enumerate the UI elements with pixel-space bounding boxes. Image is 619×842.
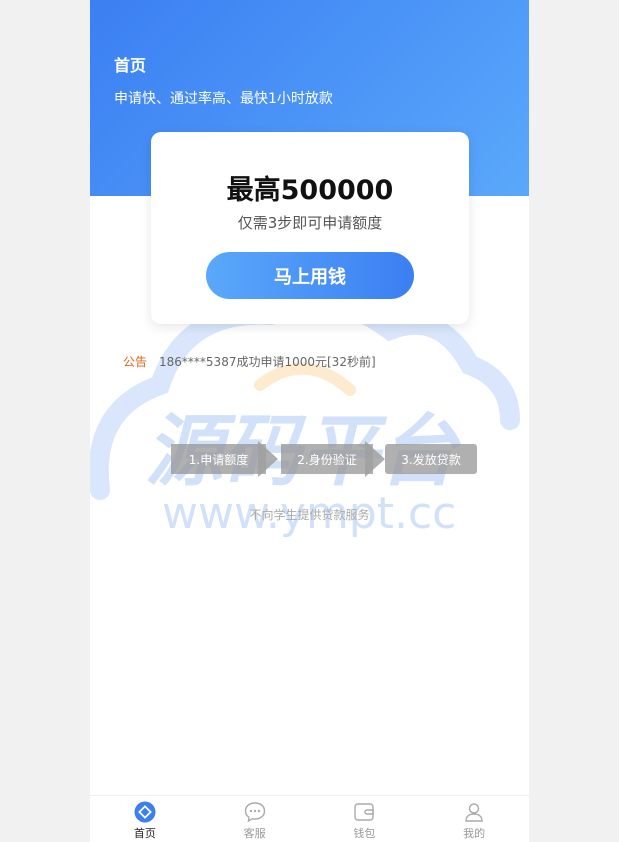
- tab-home[interactable]: 首页: [90, 796, 200, 842]
- tab-wallet-label: 钱包: [353, 827, 376, 840]
- user-icon: [465, 803, 483, 822]
- tab-profile[interactable]: 我的: [419, 796, 529, 842]
- tab-home-label: 首页: [133, 827, 156, 840]
- bottom-tab-bar: 首页 客服 钱包 我的: [90, 795, 529, 842]
- step-arrow-icon: [258, 441, 278, 477]
- step-verify: 2.身份验证: [281, 444, 373, 474]
- borrow-now-button[interactable]: 马上用钱: [206, 252, 414, 299]
- disclaimer-text: 不向学生提供贷款服务: [249, 508, 370, 522]
- notice-text: 186****5387成功申请1000元[32秒前]: [159, 355, 376, 369]
- tab-profile-label: 我的: [463, 827, 486, 840]
- app-screen: 首页 申请快、通过率高、最快1小时放款 源码平台 www.ympt.cc 最高5…: [90, 0, 529, 842]
- loan-card: 最高500000 仅需3步即可申请额度 马上用钱: [151, 132, 469, 324]
- tab-service-label: 客服: [243, 827, 266, 840]
- header-subtitle: 申请快、通过率高、最快1小时放款: [114, 91, 333, 107]
- max-amount: 最高500000: [226, 175, 394, 206]
- step-disburse: 3.发放贷款: [385, 444, 477, 474]
- tab-wallet[interactable]: 钱包: [310, 796, 420, 842]
- card-description: 仅需3步即可申请额度: [237, 214, 383, 232]
- notice-bar: 公告 186****5387成功申请1000元[32秒前]: [123, 353, 376, 370]
- tab-service[interactable]: 客服: [200, 796, 310, 842]
- home-icon: [134, 801, 156, 823]
- step-arrow-icon: [365, 441, 385, 477]
- wallet-icon: [354, 803, 375, 821]
- notice-label: 公告: [123, 355, 148, 369]
- chat-icon: [244, 802, 265, 823]
- page-title: 首页: [114, 56, 147, 75]
- step-apply: 1.申请额度: [171, 444, 266, 474]
